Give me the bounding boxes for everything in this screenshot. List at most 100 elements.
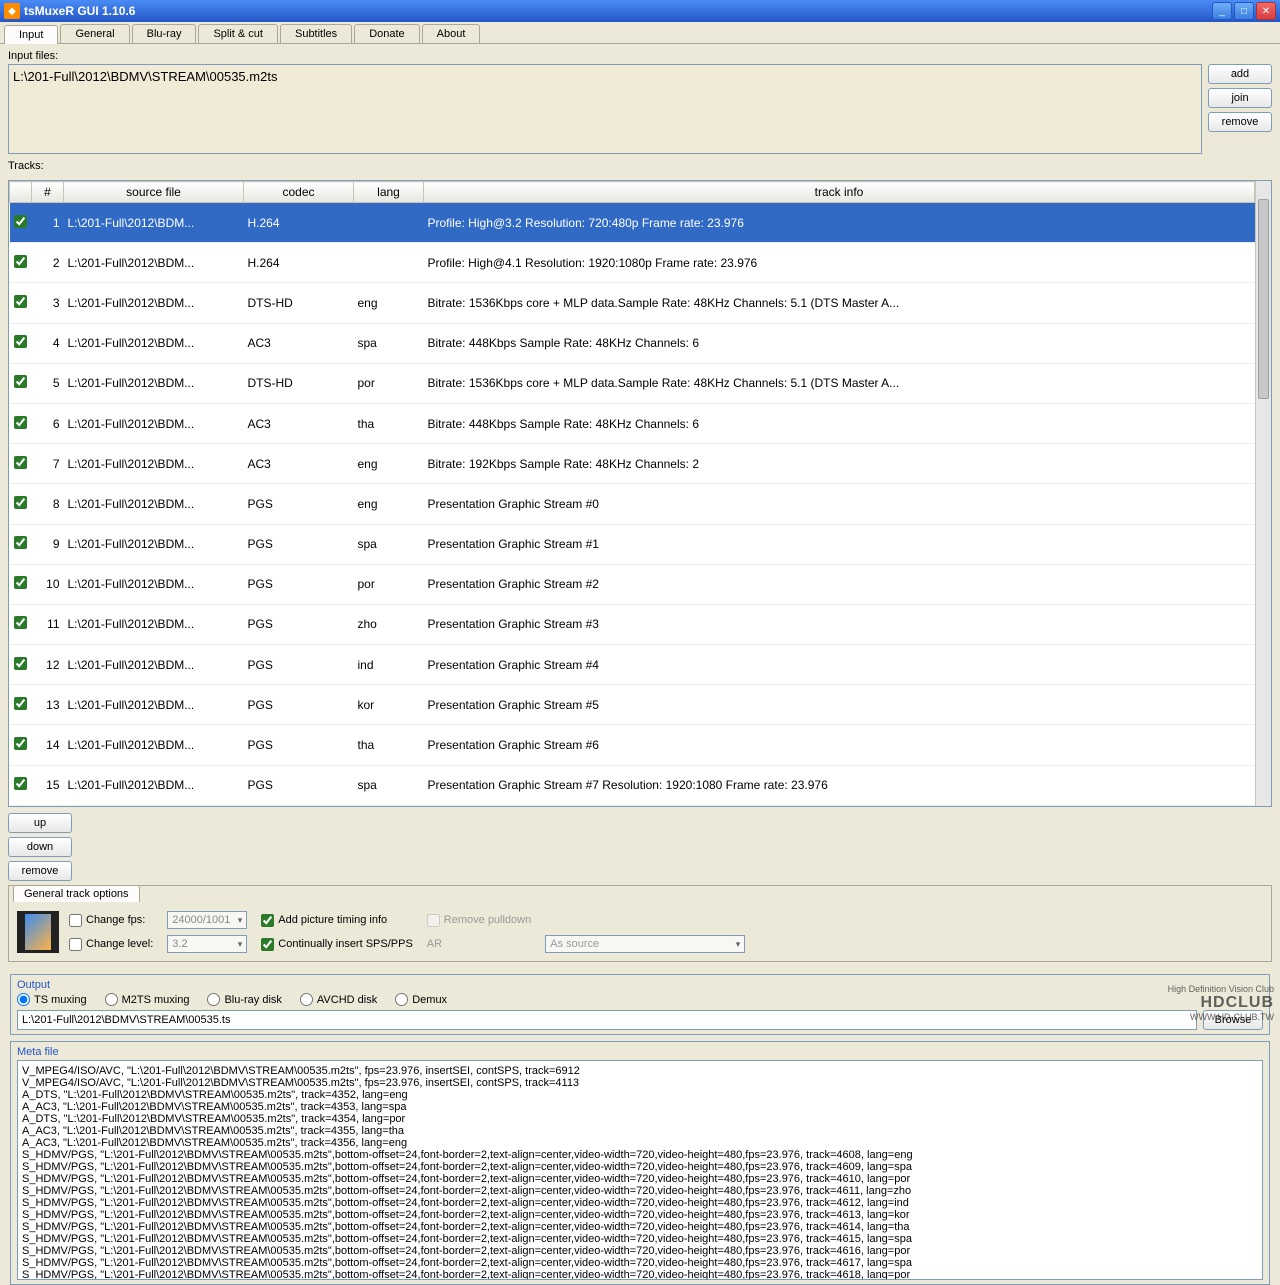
window-title: tsMuxeR GUI 1.10.6 (24, 4, 1212, 18)
track-lang: ind (354, 645, 424, 685)
track-codec: PGS (244, 645, 354, 685)
track-src: L:\201-Full\2012\BDM... (64, 765, 244, 805)
track-checkbox[interactable] (14, 777, 27, 790)
track-checkbox[interactable] (14, 737, 27, 750)
track-checkbox[interactable] (14, 375, 27, 388)
track-checkbox[interactable] (14, 657, 27, 670)
track-n: 9 (32, 524, 64, 564)
add-pic-timing-checkbox[interactable] (261, 914, 274, 927)
cont-sps-label: Continually insert SPS/PPS (278, 938, 413, 950)
down-button[interactable]: down (8, 837, 72, 857)
output-path-input[interactable] (17, 1010, 1197, 1030)
gto-tab[interactable]: General track options (13, 885, 140, 902)
tab-donate[interactable]: Donate (354, 24, 419, 43)
track-codec: PGS (244, 604, 354, 644)
table-row[interactable]: 2 L:\201-Full\2012\BDM... H.264 Profile:… (10, 243, 1255, 283)
track-info: Bitrate: 1536Kbps core + MLP data.Sample… (424, 283, 1255, 323)
output-radio-blu-ray-disk[interactable]: Blu-ray disk (207, 993, 281, 1006)
tab-general[interactable]: General (60, 24, 129, 43)
output-radio-avchd-disk[interactable]: AVCHD disk (300, 993, 377, 1006)
table-row[interactable]: 10 L:\201-Full\2012\BDM... PGS por Prese… (10, 564, 1255, 604)
track-info: Presentation Graphic Stream #5 (424, 685, 1255, 725)
level-combo[interactable]: 3.2 (167, 935, 247, 953)
tracks-table[interactable]: # source file codec lang track info 1 L:… (8, 180, 1272, 807)
table-row[interactable]: 4 L:\201-Full\2012\BDM... AC3 spa Bitrat… (10, 323, 1255, 363)
track-checkbox[interactable] (14, 576, 27, 589)
tab-input[interactable]: Input (4, 25, 58, 44)
change-level-checkbox[interactable] (69, 938, 82, 951)
track-checkbox[interactable] (14, 295, 27, 308)
table-row[interactable]: 12 L:\201-Full\2012\BDM... PGS ind Prese… (10, 645, 1255, 685)
table-row[interactable]: 1 L:\201-Full\2012\BDM... H.264 Profile:… (10, 203, 1255, 243)
tab-about[interactable]: About (422, 24, 481, 43)
add-button[interactable]: add (1208, 64, 1272, 84)
output-radio-m-ts-muxing[interactable]: M2TS muxing (105, 993, 190, 1006)
track-codec: PGS (244, 564, 354, 604)
track-src: L:\201-Full\2012\BDM... (64, 645, 244, 685)
table-row[interactable]: 14 L:\201-Full\2012\BDM... PGS tha Prese… (10, 725, 1255, 765)
maximize-button[interactable]: □ (1234, 2, 1254, 20)
track-checkbox[interactable] (14, 536, 27, 549)
col-check[interactable] (10, 182, 32, 203)
add-pic-timing-label: Add picture timing info (278, 914, 387, 926)
minimize-button[interactable]: _ (1212, 2, 1232, 20)
track-checkbox[interactable] (14, 335, 27, 348)
join-button[interactable]: join (1208, 88, 1272, 108)
table-row[interactable]: 11 L:\201-Full\2012\BDM... PGS zho Prese… (10, 604, 1255, 644)
track-info: Bitrate: 448Kbps Sample Rate: 48KHz Chan… (424, 403, 1255, 443)
track-info: Presentation Graphic Stream #2 (424, 564, 1255, 604)
film-icon (17, 911, 59, 953)
remove-track-button[interactable]: remove (8, 861, 72, 881)
table-row[interactable]: 9 L:\201-Full\2012\BDM... PGS spa Presen… (10, 524, 1255, 564)
close-button[interactable]: ✕ (1256, 2, 1276, 20)
table-row[interactable]: 8 L:\201-Full\2012\BDM... PGS eng Presen… (10, 484, 1255, 524)
track-lang: por (354, 564, 424, 604)
output-legend: Output (17, 979, 1263, 991)
track-lang: zho (354, 604, 424, 644)
tab-split-cut[interactable]: Split & cut (198, 24, 278, 43)
meta-textarea[interactable]: V_MPEG4/ISO/AVC, "L:\201-Full\2012\BDMV\… (17, 1060, 1263, 1280)
tab-subtitles[interactable]: Subtitles (280, 24, 352, 43)
table-row[interactable]: 6 L:\201-Full\2012\BDM... AC3 tha Bitrat… (10, 403, 1255, 443)
cont-sps-checkbox[interactable] (261, 938, 274, 951)
track-info: Presentation Graphic Stream #1 (424, 524, 1255, 564)
track-src: L:\201-Full\2012\BDM... (64, 363, 244, 403)
track-n: 6 (32, 403, 64, 443)
track-checkbox[interactable] (14, 616, 27, 629)
track-n: 14 (32, 725, 64, 765)
col-lang[interactable]: lang (354, 182, 424, 203)
track-src: L:\201-Full\2012\BDM... (64, 484, 244, 524)
table-row[interactable]: 3 L:\201-Full\2012\BDM... DTS-HD eng Bit… (10, 283, 1255, 323)
col-source[interactable]: source file (64, 182, 244, 203)
change-fps-checkbox[interactable] (69, 914, 82, 927)
up-button[interactable]: up (8, 813, 72, 833)
track-lang: kor (354, 685, 424, 725)
track-checkbox[interactable] (14, 215, 27, 228)
fps-combo[interactable]: 24000/1001 (167, 911, 247, 929)
track-checkbox[interactable] (14, 456, 27, 469)
track-checkbox[interactable] (14, 416, 27, 429)
track-codec: DTS-HD (244, 283, 354, 323)
track-checkbox[interactable] (14, 255, 27, 268)
col-codec[interactable]: codec (244, 182, 354, 203)
table-row[interactable]: 7 L:\201-Full\2012\BDM... AC3 eng Bitrat… (10, 444, 1255, 484)
input-files-list[interactable]: L:\201-Full\2012\BDMV\STREAM\00535.m2ts (8, 64, 1202, 154)
col-info[interactable]: track info (424, 182, 1255, 203)
col-n[interactable]: # (32, 182, 64, 203)
track-src: L:\201-Full\2012\BDM... (64, 283, 244, 323)
tracks-scrollbar[interactable] (1255, 181, 1271, 806)
remove-button[interactable]: remove (1208, 112, 1272, 132)
track-checkbox[interactable] (14, 496, 27, 509)
tracks-label: Tracks: (8, 160, 1272, 172)
remove-pulldown-label: Remove pulldown (444, 914, 531, 926)
table-row[interactable]: 15 L:\201-Full\2012\BDM... PGS spa Prese… (10, 765, 1255, 805)
output-radio-ts-muxing[interactable]: TS muxing (17, 993, 87, 1006)
output-radio-demux[interactable]: Demux (395, 993, 447, 1006)
track-checkbox[interactable] (14, 697, 27, 710)
track-info: Profile: High@4.1 Resolution: 1920:1080p… (424, 243, 1255, 283)
table-row[interactable]: 13 L:\201-Full\2012\BDM... PGS kor Prese… (10, 685, 1255, 725)
tab-blu-ray[interactable]: Blu-ray (132, 24, 197, 43)
table-row[interactable]: 5 L:\201-Full\2012\BDM... DTS-HD por Bit… (10, 363, 1255, 403)
track-n: 5 (32, 363, 64, 403)
track-lang: por (354, 363, 424, 403)
